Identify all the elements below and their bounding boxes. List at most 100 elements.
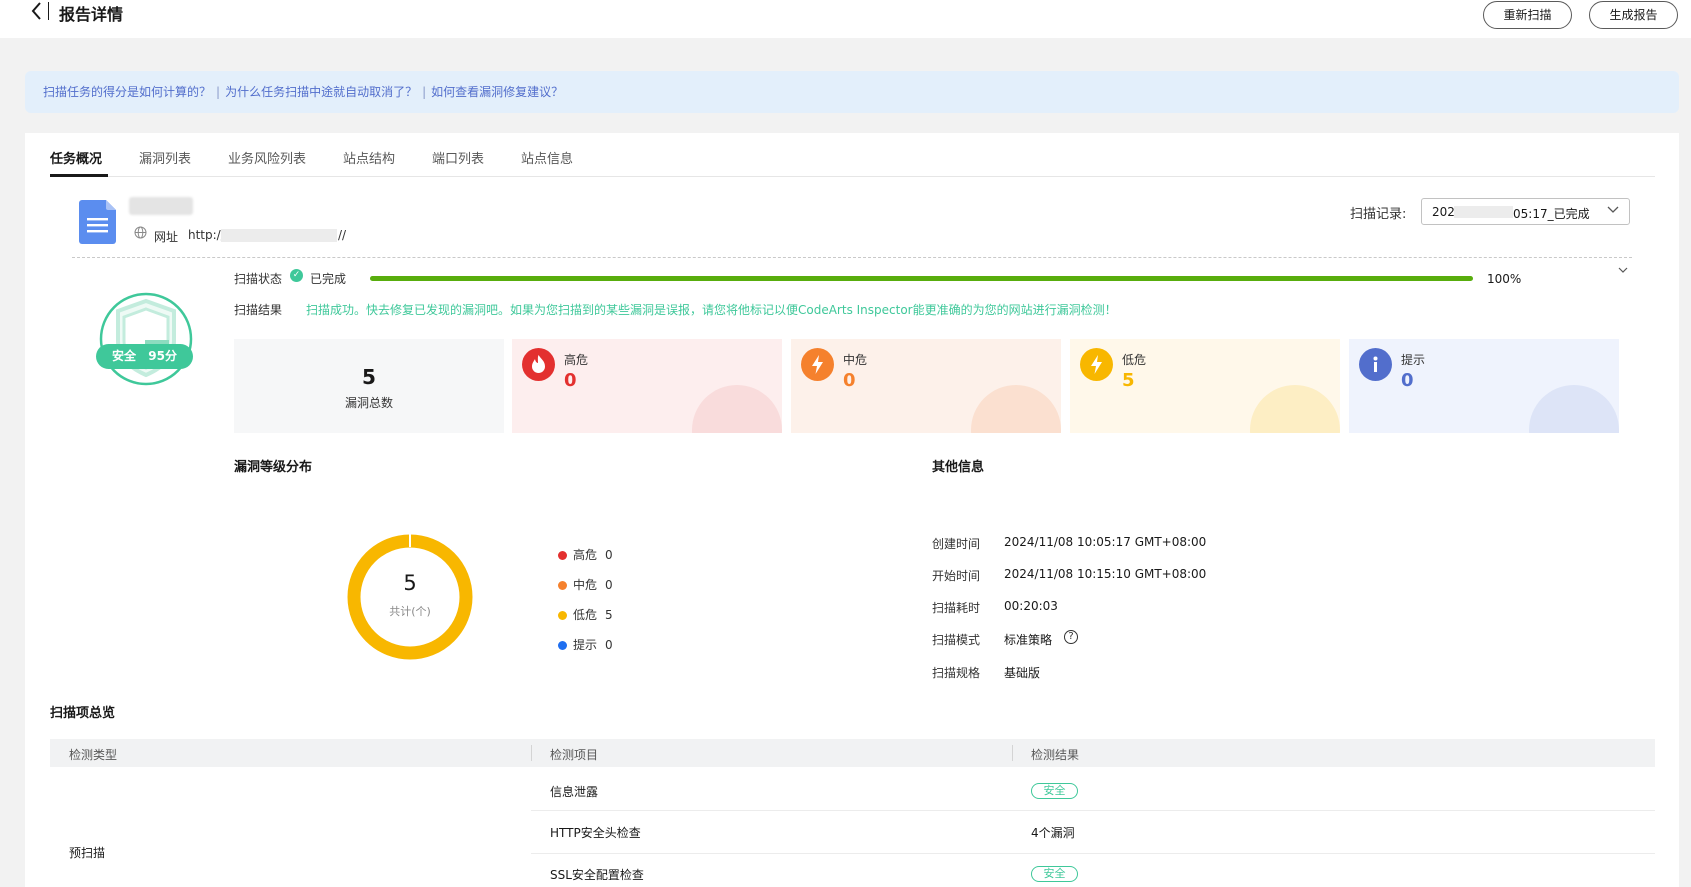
scan-mode-value: 标准策略 [1004,633,1053,647]
distribution-title: 漏洞等级分布 [234,460,313,475]
column-header-type: 检测类型 [69,748,118,762]
row-result-vuln-count: 4个漏洞 [1031,826,1075,840]
legend-dot-tip [558,641,567,650]
stat-high-label: 高危 [564,353,589,367]
total-vuln-count: 5 [362,365,376,389]
start-time-value: 2024/11/08 10:15:10 GMT+08:00 [1004,567,1207,581]
overview-title: 扫描项总览 [50,706,116,721]
legend-dot-high [558,551,567,560]
url-suffix: // [338,228,347,242]
back-icon[interactable] [30,1,42,26]
column-header-result: 检测结果 [1031,748,1080,762]
score-points: 95分 [148,349,177,363]
scan-spec-label: 扫描规格 [932,666,981,680]
created-time-value: 2024/11/08 10:05:17 GMT+08:00 [1004,535,1207,549]
scan-progress-bar [370,276,1473,281]
stat-tip-value: 0 [1401,370,1414,391]
table-header: 检测类型 检测项目 检测结果 [50,739,1655,767]
rescan-button[interactable]: 重新扫描 [1483,1,1572,29]
info-watermark-icon [1529,385,1619,433]
url-redacted [221,229,337,242]
collapse-chevron-icon[interactable] [1618,264,1628,277]
legend-item-medium: 中危 0 [558,576,613,593]
document-icon [79,200,116,244]
stat-card-tip[interactable]: 提示 0 [1349,339,1619,433]
result-tag-safe: 安全 [1031,783,1078,799]
page-title: 报告详情 [59,5,124,24]
help-link-fix[interactable]: 如何查看漏洞修复建议？ [431,85,563,99]
flame-watermark-icon [692,385,782,433]
stat-medium-label: 中危 [843,353,868,367]
report-card: 任务概况 漏洞列表 业务风险列表 站点结构 端口列表 站点信息 网址 http:… [25,133,1679,887]
donut-low-segment [347,534,473,660]
question-icon[interactable]: ? [1064,630,1078,644]
tab-port-list[interactable]: 端口列表 [432,148,484,167]
column-separator [1012,745,1013,761]
donut-total-value: 5 [403,571,417,595]
other-info-title: 其他信息 [932,460,985,475]
scan-record-value-prefix: 202 [1432,205,1455,219]
duration-label: 扫描耗时 [932,601,981,615]
scan-record-value-suffix: 05:17_已完成 [1513,207,1590,221]
bolt-watermark-icon [971,385,1061,433]
tab-site-info[interactable]: 站点信息 [521,148,573,167]
url-label: 网址 [154,230,179,244]
score-badge: 安全 95分 [96,344,193,369]
scan-progress-fill [370,276,1473,281]
legend-dot-low [558,611,567,620]
distribution-donut-chart: 5 共计(个) [347,534,473,660]
scan-result-label: 扫描结果 [234,303,283,317]
scan-progress-percent: 100% [1487,272,1522,286]
tab-vuln-list[interactable]: 漏洞列表 [139,148,191,167]
legend-item-tip: 提示 0 [558,636,613,653]
scan-status-value: 已完成 [310,272,347,286]
score-level: 安全 [112,349,137,363]
url-prefix: http:// [188,228,225,242]
top-bar: 报告详情 重新扫描 生成报告 [0,0,1691,38]
result-tag-safe: 安全 [1031,866,1078,882]
row-divider [531,810,1655,811]
column-separator [531,745,532,761]
active-tab-indicator [50,174,108,177]
title-divider [48,2,49,20]
help-link-cancel[interactable]: 为什么任务扫描中途就自动取消了？ [225,85,417,99]
tab-business-risk[interactable]: 业务风险列表 [228,148,306,167]
stat-low-label: 低危 [1122,353,1147,367]
duration-value: 00:20:03 [1004,599,1058,613]
scan-record-label: 扫描记录: [1350,207,1407,222]
section-divider [72,257,1632,258]
row-item-http-header: HTTP安全头检查 [550,826,641,840]
stat-low-value: 5 [1122,370,1135,391]
stat-card-medium[interactable]: 中危 0 [791,339,1061,433]
legend-item-high: 高危 0 [558,546,613,563]
stat-high-value: 0 [564,370,577,391]
row-item-info-leak: 信息泄露 [550,785,599,799]
legend-dot-medium [558,581,567,590]
scan-result-text: 扫描成功。快去修复已发现的漏洞吧。如果为您扫描到的某些漏洞是误报，请您将他标记以… [306,303,1117,317]
created-time-label: 创建时间 [932,537,981,551]
scan-record-select[interactable]: 202 05:17_已完成 [1421,198,1630,225]
tab-site-structure[interactable]: 站点结构 [343,148,395,167]
start-time-label: 开始时间 [932,569,981,583]
scan-status-label: 扫描状态 [234,272,283,286]
row-divider [531,853,1655,854]
donut-total-label: 共计(个) [389,605,431,618]
column-header-item: 检测项目 [550,748,599,762]
scan-spec-value: 基础版 [1004,666,1041,680]
generate-report-button[interactable]: 生成报告 [1589,1,1678,29]
stat-card-total: 5 漏洞总数 [234,339,504,433]
scan-mode-label: 扫描模式 [932,633,981,647]
tab-overview[interactable]: 任务概况 [50,148,102,167]
bolt-icon [1080,348,1113,381]
group-pre-scan: 预扫描 [69,846,106,860]
total-vuln-label: 漏洞总数 [344,396,393,410]
stat-card-high[interactable]: 高危 0 [512,339,782,433]
help-link-score[interactable]: 扫描任务的得分是如何计算的？ [43,85,211,99]
stat-card-low[interactable]: 低危 5 [1070,339,1340,433]
info-icon [1359,348,1392,381]
help-notice-bar: 扫描任务的得分是如何计算的？ | 为什么任务扫描中途就自动取消了？ | 如何查看漏洞修复… [25,71,1679,113]
scan-record-redacted [1454,206,1513,218]
stat-medium-value: 0 [843,370,856,391]
chevron-down-icon [1607,202,1619,222]
tab-bar: 任务概况 漏洞列表 业务风险列表 站点结构 端口列表 站点信息 [50,133,1655,177]
